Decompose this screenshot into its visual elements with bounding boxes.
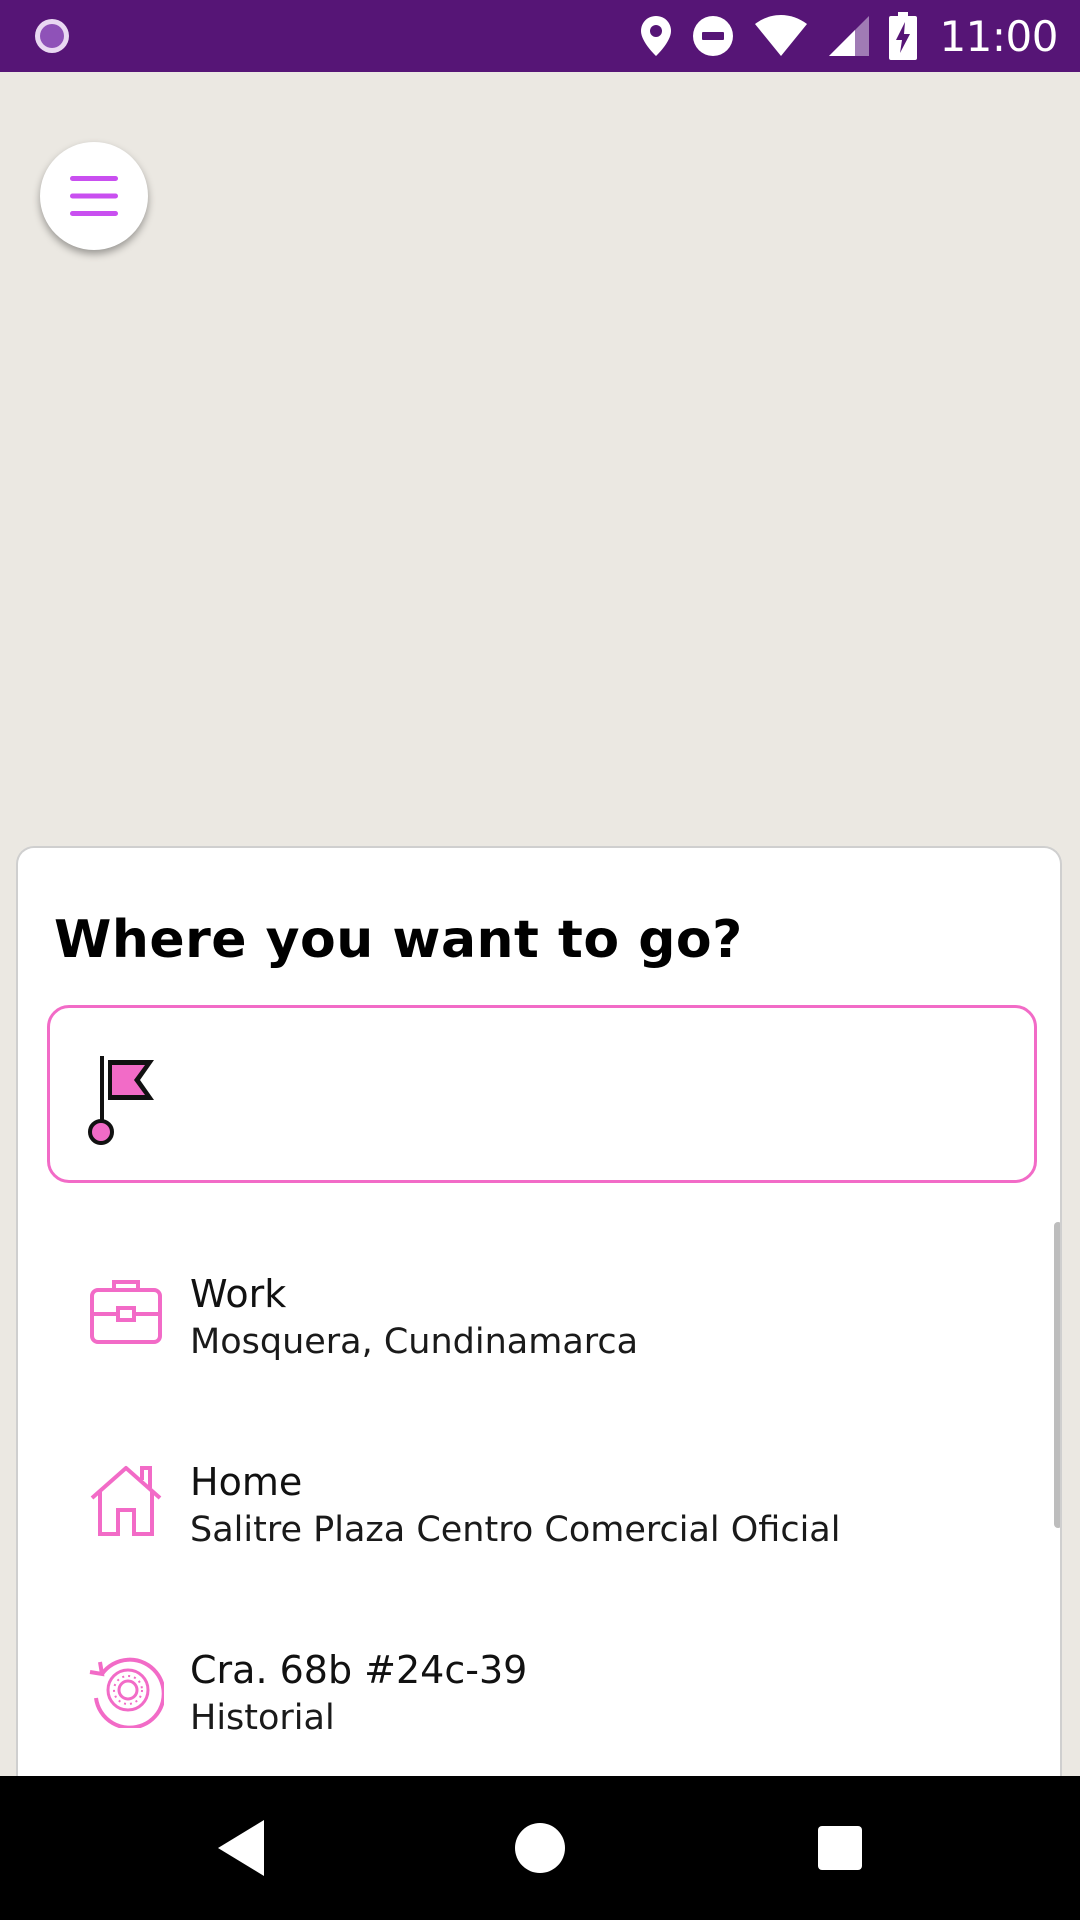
house-icon [90, 1466, 162, 1536]
navigation-bar [0, 1776, 1080, 1920]
destination-sheet: Where you want to go? Work Mosquera, Cun… [16, 846, 1062, 1806]
app-notification-icon [35, 19, 69, 53]
status-icons: 11:00 [639, 0, 1058, 72]
cellular-signal-icon [829, 16, 870, 56]
destination-search-input[interactable] [170, 1038, 1014, 1152]
wifi-icon [755, 15, 808, 56]
saved-place-title: Home [190, 1460, 303, 1504]
destination-search-box[interactable] [47, 1005, 1037, 1183]
flag-icon [88, 1056, 154, 1145]
saved-place-address: Mosquera, Cundinamarca [190, 1322, 639, 1362]
history-item[interactable]: Cra. 68b #24c-39 Historial [18, 1644, 1028, 1784]
history-label: Historial [190, 1698, 335, 1738]
menu-button[interactable] [40, 142, 148, 250]
recents-icon[interactable] [804, 1812, 876, 1884]
battery-charging-icon [889, 12, 918, 60]
status-bar: 11:00 [0, 0, 1080, 72]
back-icon[interactable] [204, 1812, 276, 1884]
do-not-disturb-icon [693, 16, 734, 56]
history-address: Cra. 68b #24c-39 [190, 1648, 528, 1692]
status-time: 11:00 [939, 11, 1058, 61]
briefcase-icon [90, 1280, 162, 1344]
saved-place-title: Work [190, 1272, 287, 1316]
location-icon [641, 16, 672, 56]
saved-place-home[interactable]: Home Salitre Plaza Centro Comercial Ofic… [18, 1456, 1028, 1596]
hamburger-menu-icon [70, 176, 118, 216]
history-icon [89, 1657, 164, 1728]
scrollbar[interactable] [1054, 1222, 1060, 1528]
home-icon[interactable] [504, 1812, 576, 1884]
saved-place-address: Salitre Plaza Centro Comercial Oficial [190, 1510, 841, 1550]
sheet-title: Where you want to go? [54, 910, 743, 970]
saved-place-work[interactable]: Work Mosquera, Cundinamarca [18, 1268, 1028, 1408]
